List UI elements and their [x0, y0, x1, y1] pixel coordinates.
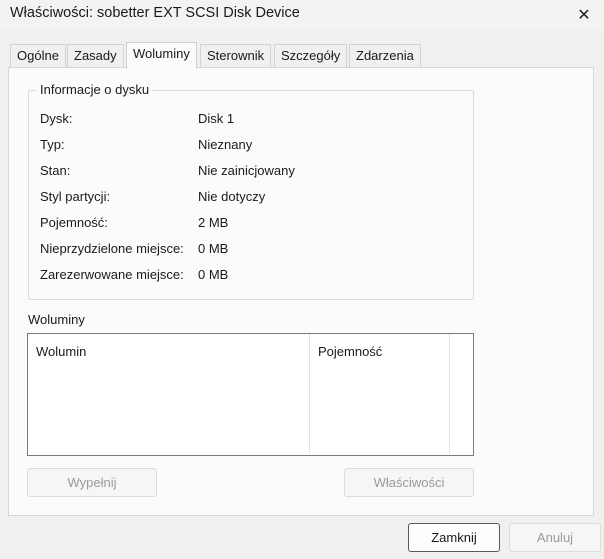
disk-info-row-type: Typ: Nieznany	[40, 137, 252, 152]
reserved-value: 0 MB	[198, 267, 229, 282]
window-title: Właściwości: sobetter EXT SCSI Disk Devi…	[10, 5, 300, 21]
disk-info-row-capacity: Pojemność: 2 MB	[40, 215, 228, 230]
volumes-list[interactable]: Wolumin Pojemność	[27, 333, 474, 456]
properties-button[interactable]: Właściwości	[344, 468, 474, 497]
tab-volumes[interactable]: Woluminy	[126, 42, 197, 69]
partition-style-value: Nie dotyczy	[198, 189, 266, 204]
close-button[interactable]: Zamknij	[408, 523, 500, 552]
tab-panel-volumes: Informacje o dysku Dysk: Disk 1 Typ: Nie…	[8, 67, 594, 516]
unallocated-label: Nieprzydzielone miejsce:	[40, 241, 184, 256]
disk-value: Disk 1	[198, 111, 235, 126]
tab-driver[interactable]: Sterownik	[200, 44, 272, 67]
disk-info-row-partition-style: Styl partycji: Nie dotyczy	[40, 189, 265, 204]
disk-info-row-reserved: Zarezerwowane miejsce: 0 MB	[40, 267, 228, 282]
window-close-button[interactable]: ✕	[564, 0, 604, 30]
partition-style-label: Styl partycji:	[40, 189, 111, 204]
status-label: Stan:	[40, 163, 71, 178]
title-bar: Właściwości: sobetter EXT SCSI Disk Devi…	[0, 0, 604, 30]
disk-info-legend: Informacje o dysku	[37, 82, 153, 97]
disk-info-row-disk: Dysk: Disk 1	[40, 111, 234, 126]
reserved-label: Zarezerwowane miejsce:	[40, 267, 184, 282]
volumes-heading: Woluminy	[28, 312, 85, 327]
disk-info-group: Informacje o dysku Dysk: Disk 1 Typ: Nie…	[28, 82, 474, 300]
capacity-value: 2 MB	[198, 215, 229, 230]
tab-policies[interactable]: Zasady	[67, 44, 124, 67]
tab-strip: Ogólne Zasady Woluminy Sterownik Szczegó…	[10, 42, 594, 69]
tab-general[interactable]: Ogólne	[10, 44, 66, 67]
close-icon: ✕	[577, 7, 591, 24]
column-header-volume[interactable]: Wolumin	[28, 334, 310, 454]
tab-events[interactable]: Zdarzenia	[349, 44, 421, 67]
cancel-button[interactable]: Anuluj	[509, 523, 601, 552]
tab-details[interactable]: Szczegóły	[274, 44, 348, 67]
disk-info-row-status: Stan: Nie zainicjowany	[40, 163, 295, 178]
status-value: Nie zainicjowany	[198, 163, 295, 178]
disk-label: Dysk:	[40, 111, 73, 126]
unallocated-value: 0 MB	[198, 241, 229, 256]
populate-button[interactable]: Wypełnij	[27, 468, 157, 497]
column-header-capacity[interactable]: Pojemność	[310, 334, 450, 454]
type-value: Nieznany	[198, 137, 253, 152]
type-label: Typ:	[40, 137, 65, 152]
disk-info-row-unallocated: Nieprzydzielone miejsce: 0 MB	[40, 241, 228, 256]
capacity-label: Pojemność:	[40, 215, 108, 230]
